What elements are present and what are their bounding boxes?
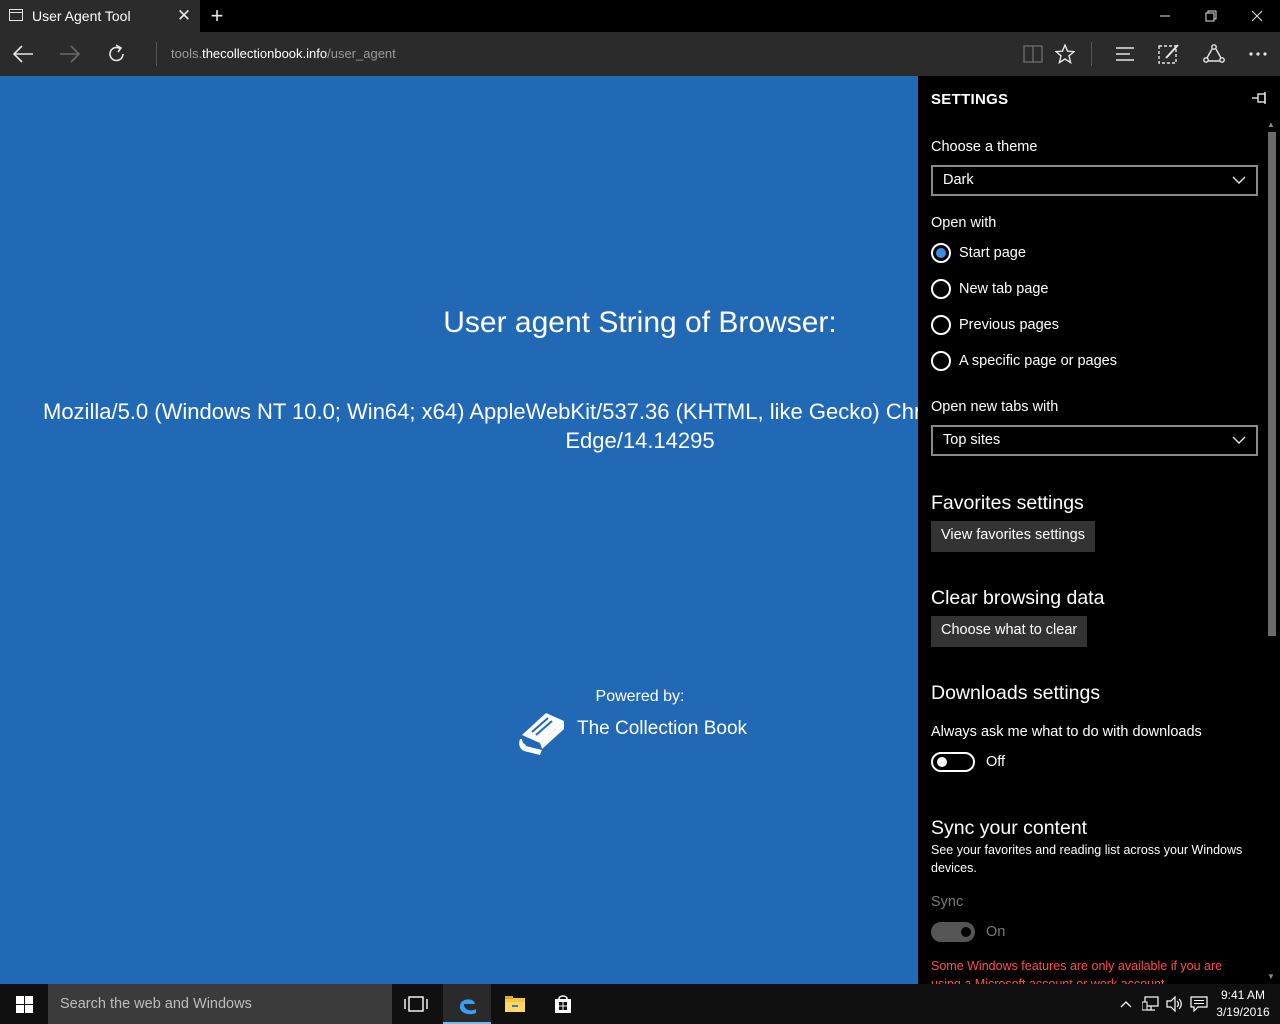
radio-label: New tab page xyxy=(959,281,1049,297)
windows-logo-icon xyxy=(15,995,33,1013)
scroll-down-icon[interactable]: ▼ xyxy=(1267,972,1275,981)
tab-user-agent-tool[interactable]: User Agent Tool ✕ xyxy=(0,0,200,32)
volume-icon[interactable] xyxy=(1164,984,1186,1024)
store-icon[interactable] xyxy=(539,984,587,1024)
downloads-toggle-state: Off xyxy=(986,754,1006,770)
new-tabs-value: Top sites xyxy=(943,432,1001,448)
downloads-heading: Downloads settings xyxy=(931,682,1101,704)
chevron-down-icon xyxy=(1232,436,1246,444)
page-heading: User agent String of Browser: xyxy=(443,306,837,339)
toggle-knob xyxy=(961,927,971,937)
back-icon[interactable] xyxy=(0,32,46,76)
theme-value: Dark xyxy=(943,172,974,188)
close-tab-icon[interactable]: ✕ xyxy=(176,6,192,26)
sync-heading: Sync your content xyxy=(931,817,1088,839)
radio-icon xyxy=(931,315,951,335)
new-tabs-label: Open new tabs with xyxy=(931,399,1059,415)
tab-bar: User Agent Tool ✕ + xyxy=(0,0,1280,32)
radio-label: Start page xyxy=(959,245,1026,261)
more-icon[interactable] xyxy=(1235,32,1280,76)
taskbar-search[interactable]: Search the web and Windows xyxy=(48,984,392,1024)
web-note-icon[interactable] xyxy=(1146,32,1192,76)
downloads-label: Always ask me what to do with downloads xyxy=(931,724,1202,740)
sync-toggle[interactable] xyxy=(931,922,975,942)
clock-time: 9:41 AM xyxy=(1220,988,1266,1002)
hub-icon[interactable] xyxy=(1102,32,1148,76)
radio-new-tab-page[interactable]: New tab page xyxy=(931,278,1048,300)
choose-what-to-clear-button[interactable]: Choose what to clear xyxy=(931,616,1088,647)
radio-label: A specific page or pages xyxy=(959,353,1117,369)
radio-start-page[interactable]: Start page xyxy=(931,242,1026,264)
share-icon[interactable] xyxy=(1191,32,1237,76)
sync-description: See your favorites and reading list acro… xyxy=(931,843,1243,875)
collection-book-logo[interactable] xyxy=(512,705,568,755)
url-host: thecollectionbook.info xyxy=(202,46,328,61)
refresh-icon[interactable] xyxy=(94,32,140,76)
forward-icon[interactable] xyxy=(47,32,93,76)
settings-title: SETTINGS xyxy=(931,91,1009,108)
url-prefix: tools. xyxy=(171,46,203,61)
pin-icon[interactable] xyxy=(1251,90,1269,106)
open-with-label: Open with xyxy=(931,215,997,231)
sync-label: Sync xyxy=(931,894,964,910)
user-agent-string-line2: Edge/14.14295 xyxy=(565,428,715,453)
powered-by-label: Powered by: xyxy=(595,688,685,705)
search-placeholder: Search the web and Windows xyxy=(60,996,252,1012)
network-icon[interactable] xyxy=(1140,984,1162,1024)
action-center-icon[interactable] xyxy=(1188,984,1210,1024)
clear-data-heading: Clear browsing data xyxy=(931,587,1105,609)
theme-label: Choose a theme xyxy=(931,139,1038,155)
tab-page-icon xyxy=(9,9,23,21)
close-window-icon[interactable] xyxy=(1234,0,1280,32)
chevron-down-icon xyxy=(1232,176,1246,184)
edge-icon[interactable] xyxy=(443,984,491,1024)
radio-selected-icon xyxy=(931,243,951,263)
taskbar: Search the web and Windows 9:41 AM 3/19/… xyxy=(0,984,1280,1024)
user-agent-string: Mozilla/5.0 (Windows NT 10.0; Win64; x64… xyxy=(43,399,918,424)
downloads-toggle[interactable] xyxy=(931,752,975,772)
theme-dropdown[interactable]: Dark xyxy=(931,165,1258,196)
web-page: User agent String of Browser: Mozilla/5.… xyxy=(0,76,918,984)
favorites-heading: Favorites settings xyxy=(931,492,1084,514)
settings-pane: SETTINGS ▲ ▼ Choose a theme Dark Open wi… xyxy=(918,76,1280,984)
taskbar-clock[interactable]: 9:41 AM 3/19/2016 xyxy=(1210,987,1276,1021)
new-tabs-dropdown[interactable]: Top sites xyxy=(931,425,1258,456)
clock-date: 3/19/2016 xyxy=(1216,1005,1270,1019)
address-separator xyxy=(156,42,157,66)
minimize-icon[interactable] xyxy=(1142,0,1188,32)
file-explorer-icon[interactable] xyxy=(491,984,539,1024)
radio-previous-pages[interactable]: Previous pages xyxy=(931,314,1059,336)
show-hidden-icons-icon[interactable] xyxy=(1116,984,1136,1024)
radio-specific-pages[interactable]: A specific page or pages xyxy=(931,350,1117,372)
brand-name[interactable]: The Collection Book xyxy=(577,718,747,740)
account-warning: Some Windows features are only available… xyxy=(931,959,1223,984)
toggle-knob xyxy=(937,757,947,767)
radio-label: Previous pages xyxy=(959,317,1059,333)
task-view-icon[interactable] xyxy=(392,984,440,1024)
radio-icon xyxy=(931,279,951,299)
favorite-star-icon[interactable] xyxy=(1042,32,1088,76)
restore-icon[interactable] xyxy=(1188,0,1234,32)
address-bar[interactable]: tools.thecollectionbook.info/user_agent xyxy=(171,46,396,61)
radio-icon xyxy=(931,351,951,371)
navigation-bar: tools.thecollectionbook.info/user_agent xyxy=(0,32,1280,76)
sync-toggle-state: On xyxy=(986,924,1006,940)
scrollbar-thumb[interactable] xyxy=(1268,132,1276,636)
scroll-up-icon[interactable]: ▲ xyxy=(1267,120,1275,129)
toolbar-separator xyxy=(1091,42,1092,66)
tab-title: User Agent Tool xyxy=(32,8,131,24)
url-path: /user_agent xyxy=(327,46,396,61)
start-button[interactable] xyxy=(0,984,48,1024)
view-favorites-settings-button[interactable]: View favorites settings xyxy=(931,521,1095,552)
new-tab-icon[interactable]: + xyxy=(206,3,228,29)
